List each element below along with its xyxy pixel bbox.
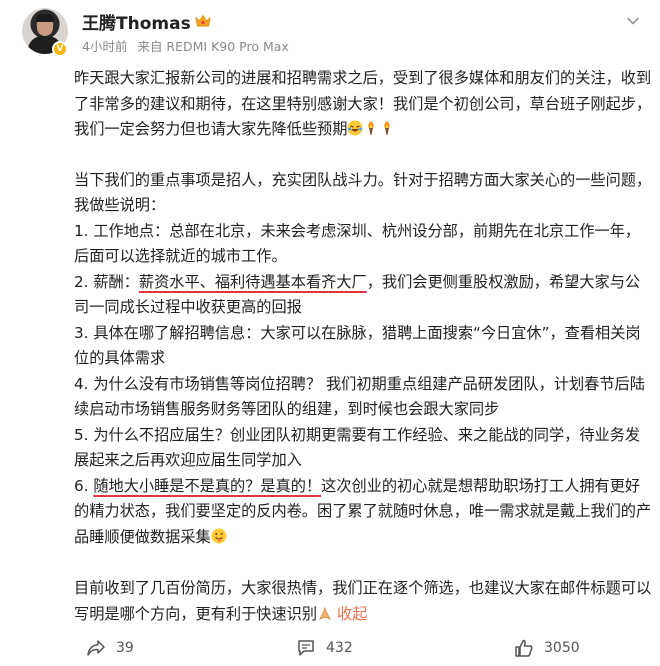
like-count: 3050 bbox=[544, 640, 580, 656]
post-header: V 王腾Thomas 4小时前 来自 REDMI K90 Pro Max bbox=[12, 8, 648, 58]
thumbs-up-icon bbox=[515, 639, 533, 657]
post-time: 4小时前 bbox=[82, 39, 128, 54]
item-2-underlined: 薪资水平、福利待遇基本看齐大厂 bbox=[138, 272, 367, 291]
comment-button[interactable]: 432 bbox=[296, 638, 353, 658]
like-button[interactable]: 3050 bbox=[514, 638, 580, 658]
post-paragraph-closing: 目前收到了几百份简历，大家很热情，我们正在逐个筛选，也建议大家在邮件标题可以写明… bbox=[74, 576, 652, 627]
author-row: 王腾Thomas bbox=[82, 9, 211, 34]
post-meta: 4小时前 来自 REDMI K90 Pro Max bbox=[82, 36, 295, 55]
item-4-sales: 4. 为什么没有市场销售等岗位招聘？ 我们初期重点组建产品研发团队，计划春节后陆… bbox=[74, 374, 645, 419]
torch-emoji-icon bbox=[368, 121, 375, 135]
item-6-prefix: 6. bbox=[74, 476, 94, 495]
comment-count: 432 bbox=[326, 640, 353, 656]
comment-icon bbox=[298, 640, 314, 656]
share-count: 39 bbox=[116, 640, 134, 656]
focus-text: 当下我们的重点事项是招人，充实团队战斗力。针对于招聘方面大家关心的一些问题，我做… bbox=[74, 170, 652, 215]
post-actions: 39 432 3050 bbox=[0, 634, 660, 666]
post-paragraph-focus: 当下我们的重点事项是招人，充实团队战斗力。针对于招聘方面大家关心的一些问题，我做… bbox=[74, 168, 652, 551]
item-5-graduates: 5. 为什么不招应届生？创业团队初期更需要有工作经验、来之能战的同学，待业务发展… bbox=[74, 425, 641, 470]
item-3-info: 3. 具体在哪了解招聘信息：大家可以在脉脉，猎聘上面搜索“今日宜休”，查看相关岗… bbox=[74, 323, 641, 368]
share-button[interactable]: 39 bbox=[86, 638, 134, 658]
item-6-sleep: 6. 随地大小睡是不是真的？是真的！这次创业的初心就是想帮助职场打工人拥有更好的… bbox=[74, 474, 652, 551]
crown-icon bbox=[194, 14, 211, 27]
pray-hands-emoji-icon bbox=[319, 606, 331, 620]
wink-tongue-emoji-icon bbox=[211, 528, 227, 543]
item-2-prefix: 2. 薪酬： bbox=[74, 272, 139, 291]
author-name[interactable]: 王腾Thomas bbox=[82, 9, 191, 34]
post-body: 昨天跟大家汇报新公司的进展和招聘需求之后，受到了很多媒体和朋友们的关注，收到了非… bbox=[74, 66, 652, 652]
item-1-location: 1. 工作地点：总部在北京，未来会考虑深圳、杭州设分部，前期先在北京工作一年，后… bbox=[74, 221, 641, 266]
post-paragraph-intro: 昨天跟大家汇报新公司的进展和招聘需求之后，受到了很多媒体和朋友们的关注，收到了非… bbox=[74, 66, 652, 143]
torch-emoji-icon-2 bbox=[384, 121, 391, 135]
share-icon bbox=[87, 640, 105, 656]
laugh-cry-emoji-icon bbox=[347, 120, 363, 136]
more-options-icon[interactable] bbox=[622, 10, 644, 32]
avatar-hair bbox=[36, 14, 54, 22]
verified-badge-icon: V bbox=[52, 41, 68, 57]
item-6-underlined: 随地大小睡是不是真的？是真的！ bbox=[93, 476, 322, 495]
post-source: 来自 REDMI K90 Pro Max bbox=[137, 39, 289, 54]
collapse-link[interactable]: 收起 bbox=[337, 605, 367, 623]
item-2-salary: 2. 薪酬：薪资水平、福利待遇基本看齐大厂，我们会更侧重股权激励，希望大家与公司… bbox=[74, 270, 652, 321]
